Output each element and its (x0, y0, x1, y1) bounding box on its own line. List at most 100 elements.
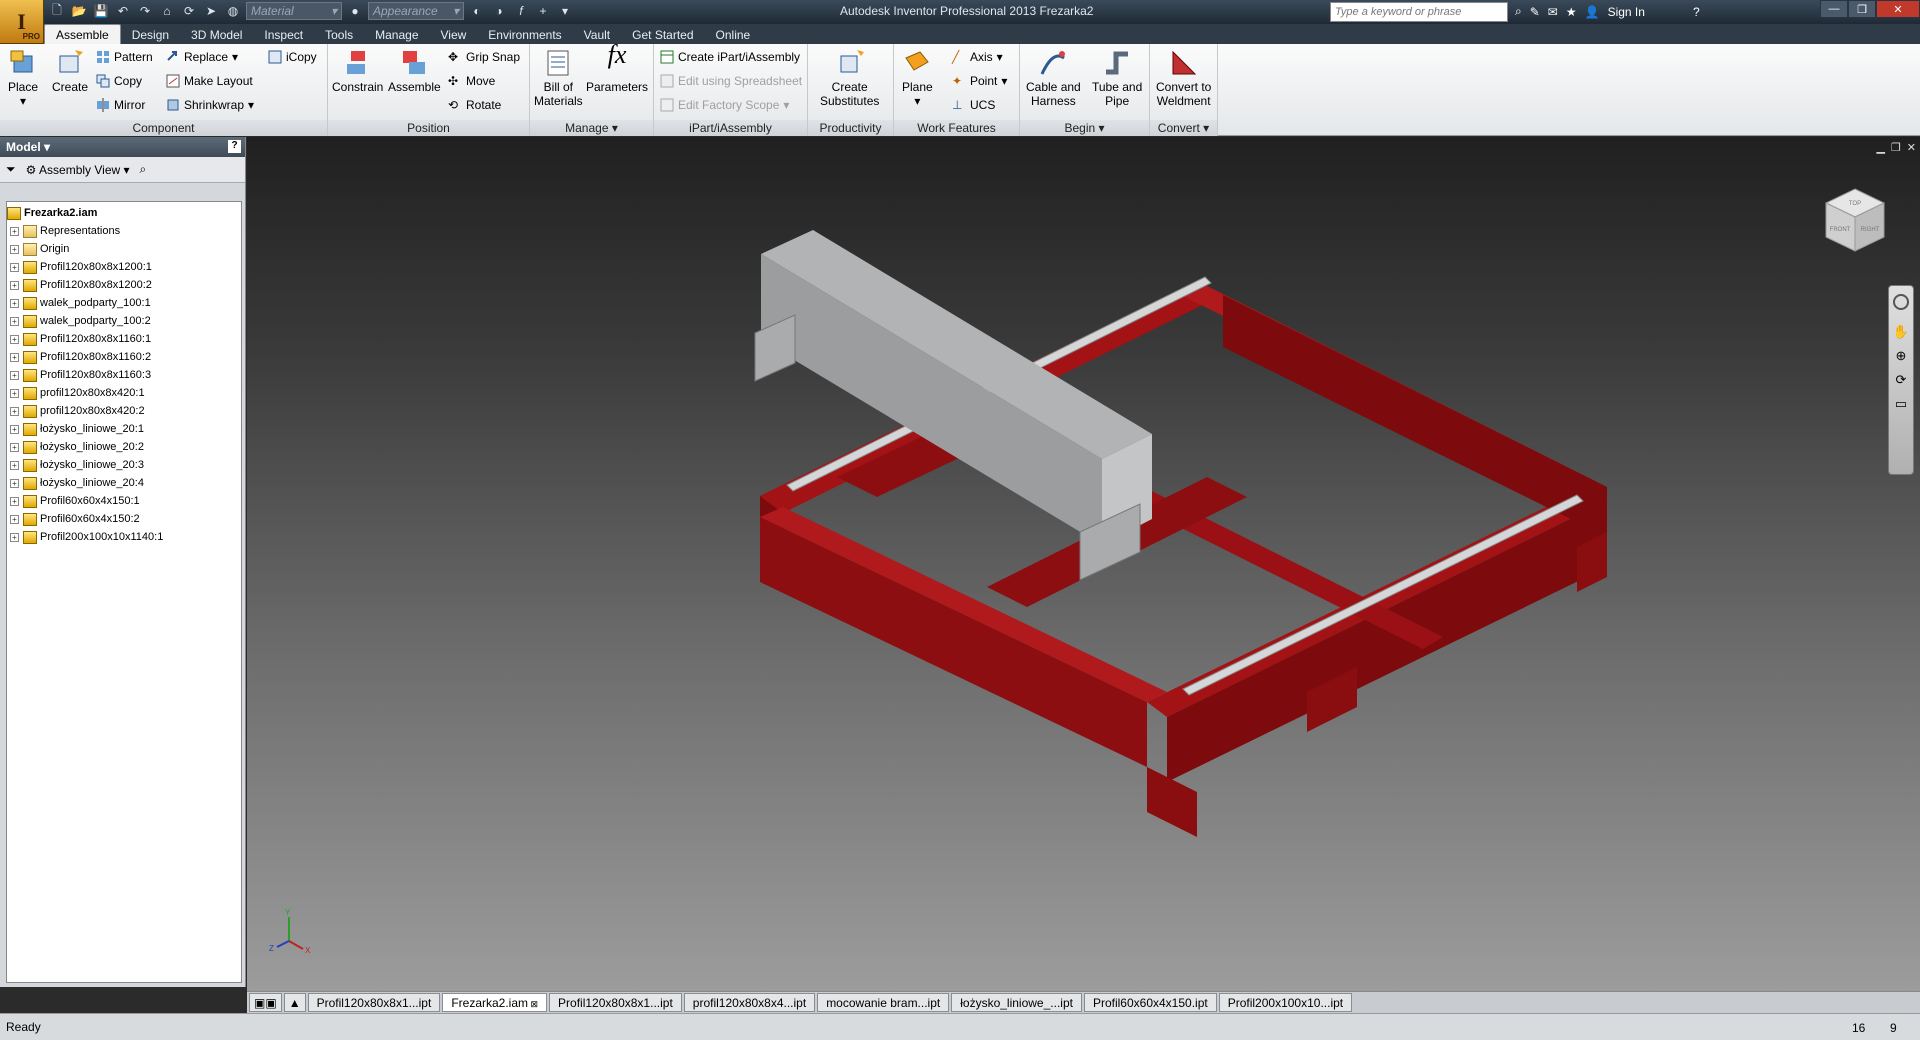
tree-item[interactable]: + łożysko_liniowe_20:1 (7, 420, 241, 438)
pan-icon[interactable]: ✋ (1889, 324, 1913, 340)
tab-3d-model[interactable]: 3D Model (180, 25, 253, 44)
edit-factory-scope-button[interactable]: Edit Factory Scope ▾ (660, 98, 789, 112)
assemble-button[interactable]: Assemble (388, 48, 441, 94)
undo-icon[interactable]: ↶ (114, 2, 132, 20)
point-button[interactable]: ✦ Point ▾ (952, 74, 1007, 88)
sign-in-link[interactable]: Sign In (1608, 5, 1645, 19)
tube-pipe-button[interactable]: Tube and Pipe (1092, 48, 1142, 108)
look-at-icon[interactable]: ▭ (1889, 396, 1913, 412)
tree-item[interactable]: + Profil120x80x8x1160:3 (7, 366, 241, 384)
tab-environments[interactable]: Environments (477, 25, 572, 44)
pattern-button[interactable]: Pattern (96, 50, 153, 64)
help-icon[interactable]: ? (1693, 5, 1700, 19)
home-icon[interactable]: ⌂ (158, 2, 176, 20)
zoom-icon[interactable]: ⊕ (1889, 348, 1913, 364)
replace-button[interactable]: Replace ▾ (166, 50, 238, 64)
tile-icon[interactable]: ▣▣ (249, 993, 282, 1012)
customize-icon[interactable]: ▾ (556, 2, 574, 20)
bill-of-materials-button[interactable]: Bill of Materials (534, 48, 583, 108)
tree-item[interactable]: + łożysko_liniowe_20:4 (7, 474, 241, 492)
expand-icon[interactable]: + (10, 496, 19, 506)
tree-item[interactable]: + Profil120x80x8x1160:2 (7, 348, 241, 366)
tab-inspect[interactable]: Inspect (253, 25, 314, 44)
browser-header[interactable]: Model ▾ ? (0, 137, 245, 157)
document-tab[interactable]: profil120x80x8x4...ipt (683, 993, 816, 1012)
document-tab[interactable]: Profil200x100x10...ipt (1218, 993, 1353, 1012)
expand-icon[interactable]: + (10, 370, 19, 380)
tree-item[interactable]: + Representations (7, 222, 241, 240)
create-ipart-button[interactable]: Create iPart/iAssembly (660, 50, 800, 64)
tab-manage[interactable]: Manage (364, 25, 429, 44)
expand-icon[interactable]: + (10, 280, 19, 290)
expand-icon[interactable]: + (10, 478, 19, 488)
tools-icon[interactable]: ✎ (1530, 5, 1540, 19)
search-input[interactable]: Type a keyword or phrase (1330, 2, 1508, 22)
document-tab[interactable]: mocowanie bram...ipt (817, 993, 950, 1012)
assembly-model[interactable] (247, 137, 1920, 991)
tab-view[interactable]: View (430, 25, 478, 44)
update-icon[interactable]: ⟳ (180, 2, 198, 20)
application-menu-button[interactable]: I PRO (0, 0, 44, 44)
expand-icon[interactable]: + (10, 244, 19, 254)
expand-icon[interactable]: + (10, 298, 19, 308)
edit-spreadsheet-button[interactable]: Edit using Spreadsheet (660, 74, 802, 88)
tab-tools[interactable]: Tools (314, 25, 364, 44)
axis-button[interactable]: ╱ Axis ▾ (952, 50, 1003, 64)
manage-panel-title[interactable]: Manage ▾ (530, 120, 653, 136)
redo-icon[interactable]: ↷ (136, 2, 154, 20)
orbit-icon[interactable]: ⟳ (1889, 372, 1913, 388)
make-layout-button[interactable]: Make Layout (166, 74, 253, 88)
binoculars-icon[interactable]: ⌕ (1515, 4, 1522, 19)
help-icon[interactable]: ? (228, 140, 241, 153)
icopy-button[interactable]: iCopy (268, 50, 317, 64)
document-tab[interactable]: Profil120x80x8x1...ipt (307, 993, 441, 1012)
tab-list-icon[interactable]: ▲ (283, 993, 306, 1012)
appearance-icon[interactable]: ● (346, 2, 364, 20)
document-tab[interactable]: Profil120x80x8x1...ipt (549, 993, 682, 1012)
assembly-view-select[interactable]: ⚙ Assembly View ▾ (26, 163, 130, 177)
tab-online[interactable]: Online (705, 25, 762, 44)
user-icon[interactable]: 👤 (1585, 5, 1600, 19)
expand-icon[interactable]: + (10, 460, 19, 470)
expand-icon[interactable]: + (10, 514, 19, 524)
comm-center-icon[interactable]: ✉ (1548, 5, 1558, 19)
grip-snap-button[interactable]: ✥ Grip Snap (448, 50, 520, 64)
plane-button[interactable]: Plane ▾ (902, 48, 933, 108)
move-button[interactable]: ✣ Move (448, 74, 495, 88)
expand-icon[interactable]: + (10, 262, 19, 272)
material-select[interactable]: Material ▾ (246, 2, 342, 20)
tree-item[interactable]: + profil120x80x8x420:2 (7, 402, 241, 420)
star-icon[interactable]: ★ (1566, 5, 1577, 19)
tree-item[interactable]: + Profil200x100x10x1140:1 (7, 528, 241, 546)
color-wheel-icon[interactable]: ◍ (224, 2, 242, 20)
mirror-button[interactable]: Mirror (96, 98, 145, 112)
open-icon[interactable]: 📂 (70, 2, 88, 20)
tree-item[interactable]: + Profil60x60x4x150:1 (7, 492, 241, 510)
tree-item[interactable]: + walek_podparty_100:2 (7, 312, 241, 330)
clear-icon[interactable]: ◑ (490, 2, 508, 20)
tree-item[interactable]: + Profil120x80x8x1200:1 (7, 258, 241, 276)
tab-design[interactable]: Design (121, 25, 180, 44)
convert-panel-title[interactable]: Convert ▾ (1150, 120, 1217, 136)
tree-item[interactable]: + Profil120x80x8x1200:2 (7, 276, 241, 294)
expand-icon[interactable]: + (10, 442, 19, 452)
tab-get-started[interactable]: Get Started (621, 25, 704, 44)
minimize-button[interactable]: — (1820, 0, 1848, 18)
select-icon[interactable]: ➤ (202, 2, 220, 20)
tree-item[interactable]: + profil120x80x8x420:1 (7, 384, 241, 402)
binoculars-icon[interactable]: ⌕ (140, 162, 147, 177)
fx-icon[interactable]: f (512, 2, 530, 20)
tab-assemble[interactable]: Assemble (44, 24, 121, 44)
cable-harness-button[interactable]: Cable and Harness (1026, 48, 1081, 108)
create-button[interactable]: Create (52, 48, 88, 94)
tree-item[interactable]: + Profil60x60x4x150:2 (7, 510, 241, 528)
expand-icon[interactable]: + (10, 316, 19, 326)
viewcube[interactable]: TOP FRONT RIGHT (1820, 185, 1890, 255)
tree-item[interactable]: + Profil120x80x8x1160:1 (7, 330, 241, 348)
tree-item[interactable]: + łożysko_liniowe_20:3 (7, 456, 241, 474)
close-button[interactable]: ✕ (1876, 0, 1920, 18)
document-tab[interactable]: Profil60x60x4x150.ipt (1083, 993, 1217, 1012)
expand-icon[interactable]: + (10, 424, 19, 434)
tree-item[interactable]: + łożysko_liniowe_20:2 (7, 438, 241, 456)
expand-icon[interactable]: + (10, 334, 19, 344)
